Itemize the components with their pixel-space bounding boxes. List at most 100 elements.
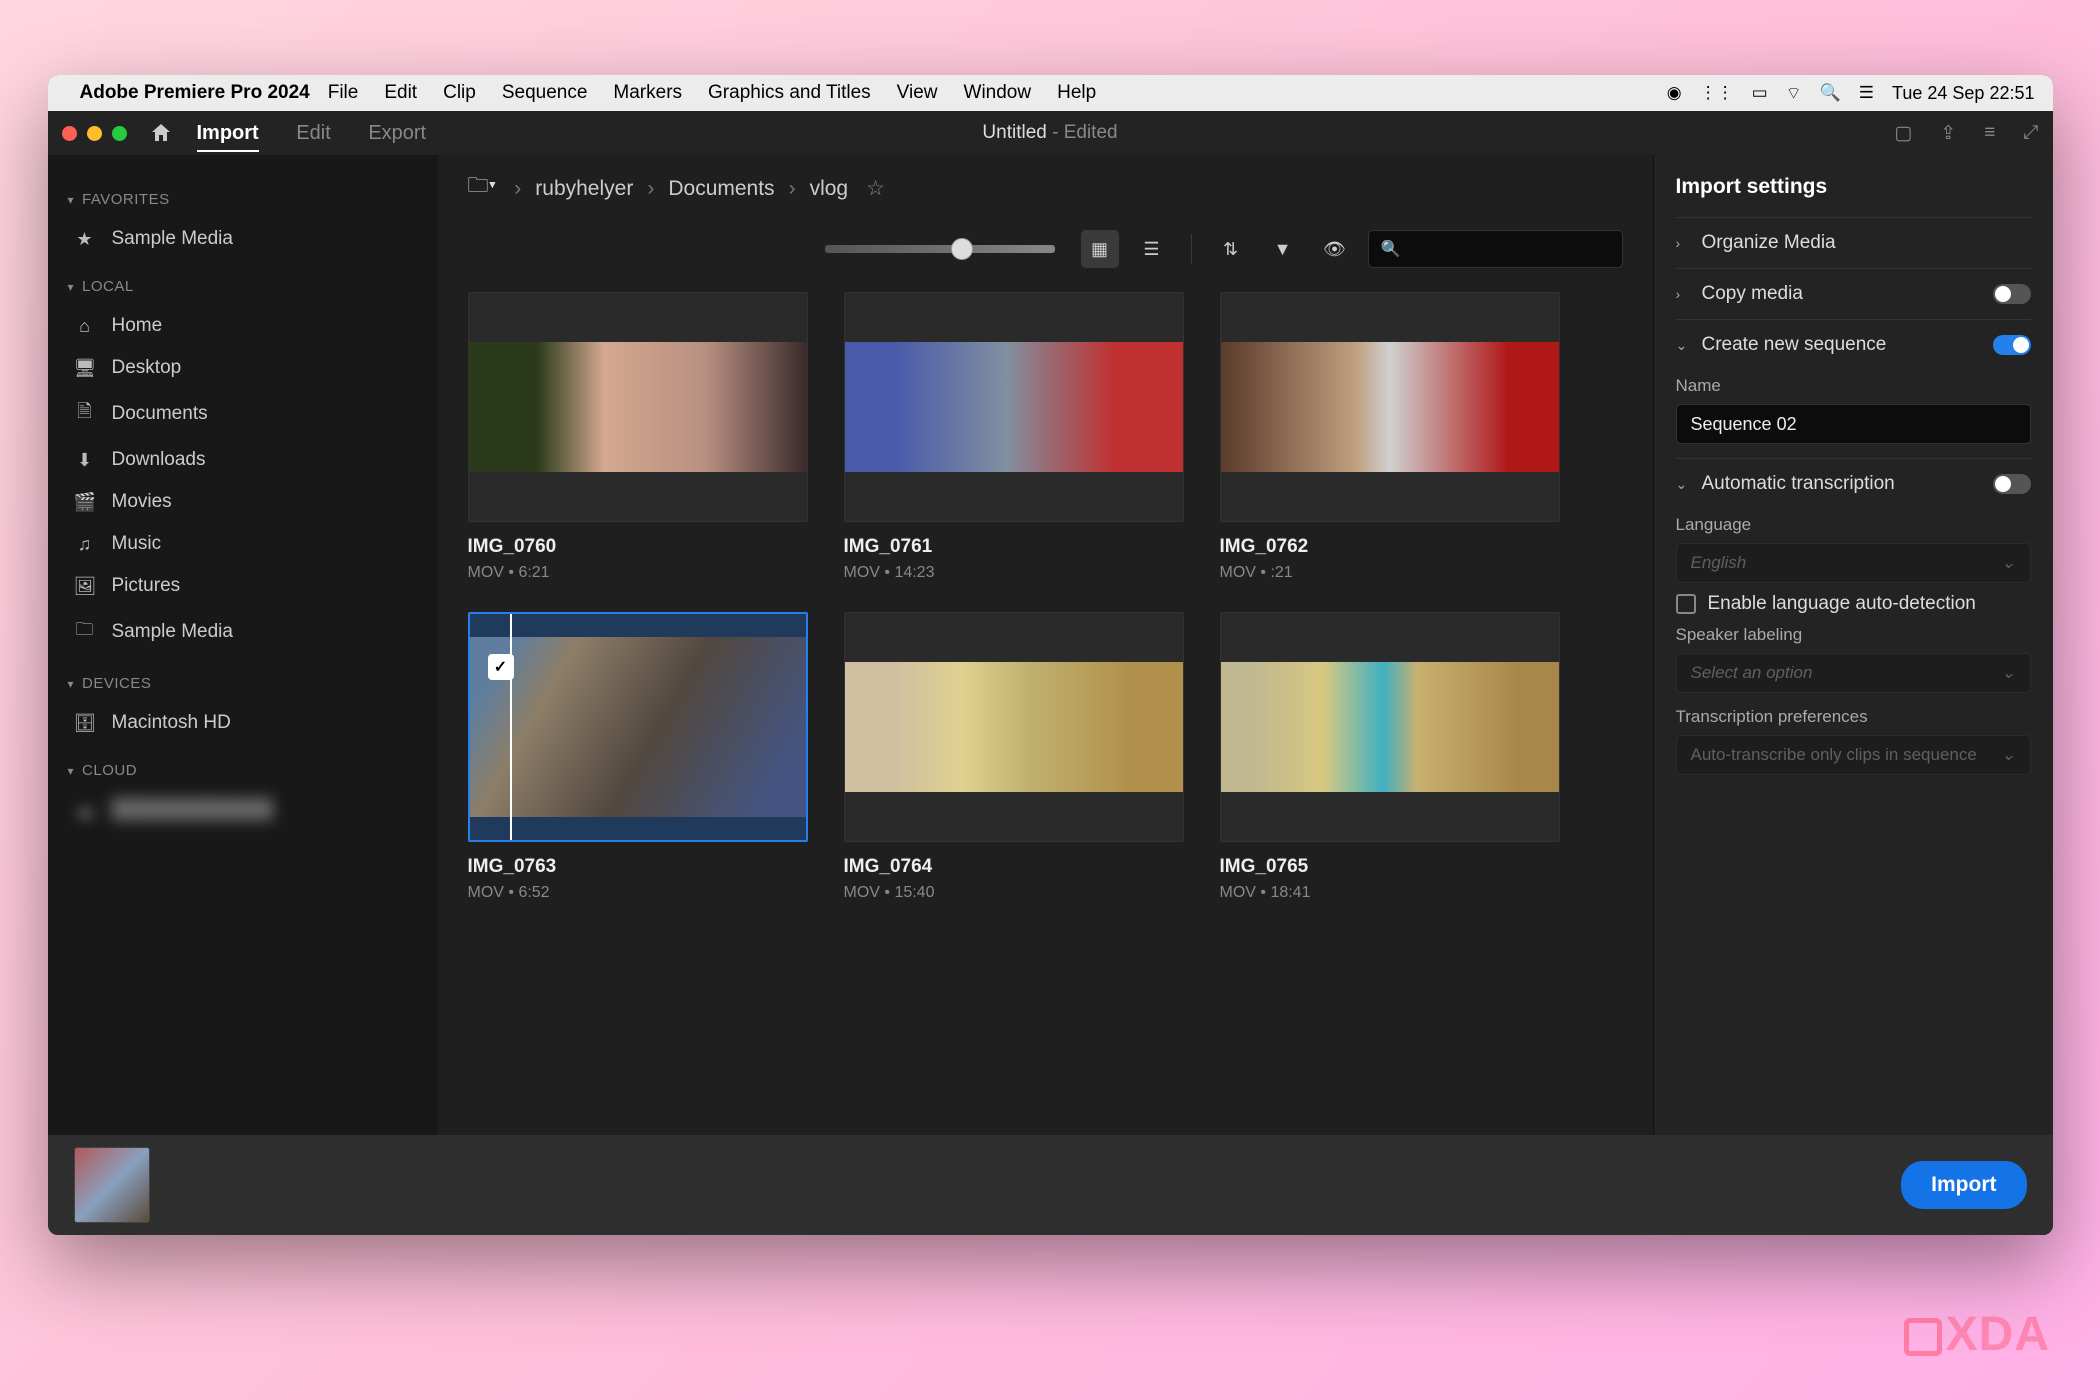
menu-file[interactable]: File	[328, 82, 359, 104]
sidebar-item-macintosh-hd[interactable]: 🗄Macintosh HD	[62, 702, 424, 744]
sidebar-item-sample-media[interactable]: 🗀Sample Media	[62, 607, 424, 657]
clip-card[interactable]: ✓IMG_0763MOV • 6:52	[468, 612, 808, 902]
sidebar-item-pictures[interactable]: 🖼Pictures	[62, 565, 424, 607]
sequence-name-input[interactable]	[1676, 404, 2031, 444]
tab-import[interactable]: Import	[197, 122, 259, 152]
sort-icon[interactable]: ⇅	[1212, 230, 1250, 268]
selection-check-icon[interactable]: ✓	[488, 654, 514, 680]
favorite-star-icon[interactable]: ☆	[866, 176, 885, 201]
sidebar-item-movies[interactable]: 🎬Movies	[62, 481, 424, 523]
trans-pref-label: Transcription preferences	[1676, 707, 2031, 727]
devices-header[interactable]: ▾DEVICES	[68, 675, 424, 692]
crumb-vlog[interactable]: vlog	[810, 177, 849, 201]
clip-card[interactable]: IMG_0760MOV • 6:21	[468, 292, 808, 582]
screen-record-icon[interactable]: ◉	[1667, 83, 1682, 103]
clip-card[interactable]: IMG_0765MOV • 18:41	[1220, 612, 1560, 902]
sidebar-item-cloud-account[interactable]: ☁████████████	[62, 789, 424, 831]
clip-meta: MOV • 14:23	[844, 564, 1184, 582]
folder-icon: 🗀	[74, 617, 96, 647]
app-name[interactable]: Adobe Premiere Pro 2024	[80, 82, 310, 104]
clip-card[interactable]: IMG_0762MOV • :21	[1220, 292, 1560, 582]
clip-name: IMG_0761	[844, 536, 1184, 558]
tab-edit[interactable]: Edit	[296, 122, 330, 144]
clip-thumbnail[interactable]	[1220, 612, 1560, 842]
language-select[interactable]: English⌄	[1676, 543, 2031, 583]
control-center-icon[interactable]: ☰	[1859, 83, 1874, 103]
menu-edit[interactable]: Edit	[384, 82, 417, 104]
location-sidebar: ▾FAVORITES ★Sample Media ▾LOCAL ⌂Home 🖥D…	[48, 155, 438, 1135]
clip-name: IMG_0764	[844, 856, 1184, 878]
folder-up-icon[interactable]: 🗀▾	[468, 171, 497, 206]
clip-thumbnail[interactable]	[1220, 292, 1560, 522]
menu-help[interactable]: Help	[1057, 82, 1096, 104]
sidebar-item-documents[interactable]: 🗎Documents	[62, 389, 424, 439]
macos-menubar: Adobe Premiere Pro 2024 File Edit Clip S…	[48, 75, 2053, 111]
sidebar-item-desktop[interactable]: 🖥Desktop	[62, 347, 424, 389]
menubar-datetime[interactable]: Tue 24 Sep 22:51	[1892, 83, 2034, 104]
acc-auto-transcription[interactable]: ⌄Automatic transcription	[1676, 458, 2031, 509]
clip-name: IMG_0765	[1220, 856, 1560, 878]
playhead[interactable]	[510, 614, 512, 840]
chevron-right-icon: ›	[1676, 235, 1690, 251]
import-button[interactable]: Import	[1901, 1161, 2026, 1209]
create-sequence-toggle[interactable]	[1993, 335, 2031, 355]
menu-clip[interactable]: Clip	[443, 82, 476, 104]
clip-card[interactable]: IMG_0761 MOV • 14:23	[844, 292, 1184, 582]
trans-pref-select[interactable]: Auto-transcribe only clips in sequence⌄	[1676, 735, 2031, 775]
menu-view[interactable]: View	[897, 82, 938, 104]
desktop-icon: 🖥	[74, 358, 96, 379]
filter-icon[interactable]: ▼	[1264, 230, 1302, 268]
queue-icon[interactable]: ≡	[1984, 122, 1995, 145]
star-icon: ★	[74, 229, 96, 250]
menu-sequence[interactable]: Sequence	[502, 82, 588, 104]
tab-export[interactable]: Export	[368, 122, 426, 144]
speaker-select[interactable]: Select an option⌄	[1676, 653, 2031, 693]
auto-detect-row[interactable]: Enable language auto-detection	[1676, 583, 2031, 625]
fullscreen-icon[interactable]: ⤢	[2023, 122, 2038, 145]
list-view-icon[interactable]: ☰	[1133, 230, 1171, 268]
creative-cloud-icon[interactable]: ⋮⋮	[1700, 83, 1734, 103]
menu-markers[interactable]: Markers	[613, 82, 682, 104]
grid-view-icon[interactable]: ▦	[1081, 230, 1119, 268]
search-input[interactable]: 🔍	[1368, 230, 1623, 268]
crumb-documents[interactable]: Documents	[668, 177, 774, 201]
acc-copy-media[interactable]: ›Copy media	[1676, 268, 2031, 319]
favorites-header[interactable]: ▾FAVORITES	[68, 191, 424, 208]
name-label: Name	[1676, 376, 2031, 396]
auto-transcription-toggle[interactable]	[1993, 474, 2031, 494]
preview-toggle-icon[interactable]: 👁	[1316, 230, 1354, 268]
workspace-icon[interactable]: ▢	[1894, 122, 1912, 145]
menu-graphics[interactable]: Graphics and Titles	[708, 82, 871, 104]
wifi-icon[interactable]: ⌔	[1786, 83, 1802, 104]
auto-detect-checkbox[interactable]	[1676, 594, 1696, 614]
menu-window[interactable]: Window	[964, 82, 1032, 104]
clip-thumbnail[interactable]	[844, 292, 1184, 522]
share-icon[interactable]: ⇪	[1940, 122, 1956, 145]
sidebar-item-downloads[interactable]: ⬇Downloads	[62, 439, 424, 481]
music-icon: ♫	[74, 534, 96, 555]
selected-clip-thumbnail[interactable]	[74, 1147, 150, 1223]
thumbnail-size-slider[interactable]	[825, 245, 1055, 253]
copy-media-toggle[interactable]	[1993, 284, 2031, 304]
clip-thumbnail[interactable]	[468, 292, 808, 522]
minimize-icon[interactable]	[87, 126, 102, 141]
clip-thumbnail[interactable]: ✓	[468, 612, 808, 842]
crumb-user[interactable]: rubyhelyer	[535, 177, 633, 201]
local-header[interactable]: ▾LOCAL	[68, 278, 424, 295]
clip-thumbnail[interactable]	[844, 612, 1184, 842]
sidebar-item-home[interactable]: ⌂Home	[62, 305, 424, 347]
zoom-icon[interactable]	[112, 126, 127, 141]
cloud-header[interactable]: ▾CLOUD	[68, 762, 424, 779]
clip-card[interactable]: IMG_0764MOV • 15:40	[844, 612, 1184, 902]
close-icon[interactable]	[62, 126, 77, 141]
battery-icon[interactable]: ▭	[1752, 83, 1768, 103]
sidebar-item-music[interactable]: ♫Music	[62, 523, 424, 565]
spotlight-icon[interactable]: 🔍	[1820, 83, 1841, 103]
acc-create-sequence[interactable]: ⌄Create new sequence	[1676, 319, 2031, 370]
home-icon[interactable]	[149, 121, 173, 145]
clip-name: IMG_0760	[468, 536, 808, 558]
traffic-lights[interactable]	[62, 126, 127, 141]
acc-organize[interactable]: ›Organize Media	[1676, 217, 2031, 268]
sidebar-item-sample-media-fav[interactable]: ★Sample Media	[62, 218, 424, 260]
download-icon: ⬇	[74, 450, 96, 471]
